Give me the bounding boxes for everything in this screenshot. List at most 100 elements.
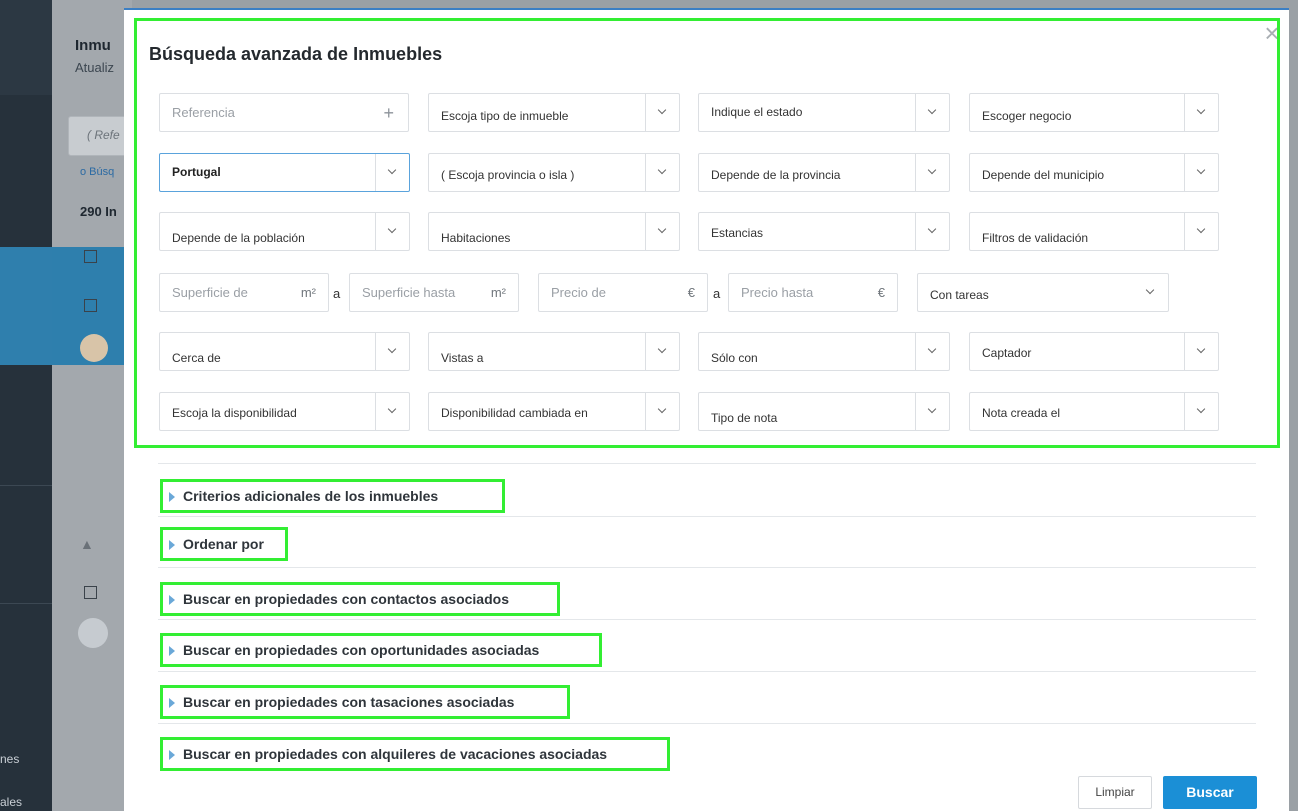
chevron-down-icon[interactable]: [375, 213, 409, 250]
section-contacts[interactable]: Buscar en propiedades con contactos asoc…: [160, 582, 560, 616]
input-placeholder: Precio de: [551, 285, 606, 300]
chevron-down-icon[interactable]: [375, 333, 409, 370]
sidebar-label[interactable]: ales: [0, 795, 22, 809]
row-checkbox[interactable]: [84, 586, 97, 599]
area-to-input[interactable]: Superficie hasta m²: [349, 273, 519, 312]
chevron-down-icon[interactable]: [1134, 274, 1168, 311]
app-right-edge: [1289, 0, 1298, 811]
chevron-down-icon[interactable]: [645, 333, 679, 370]
modal-title: Búsqueda avanzada de Inmuebles: [149, 44, 443, 64]
chevron-down-icon[interactable]: [915, 94, 949, 131]
select-label: Filtros de validación: [982, 231, 1089, 245]
chevron-down-icon[interactable]: [1184, 393, 1218, 430]
section-additional-criteria[interactable]: Criterios adicionales de los inmuebles: [160, 479, 505, 513]
town-select[interactable]: Depende del municipio: [969, 153, 1219, 192]
chevron-down-icon[interactable]: [915, 333, 949, 370]
section-appraisals[interactable]: Buscar en propiedades con tasaciones aso…: [160, 685, 570, 719]
select-label: Nota creada el: [982, 406, 1061, 420]
page-title: Inmu: [75, 37, 111, 54]
country-select[interactable]: Portugal: [159, 153, 410, 192]
availability-select[interactable]: Escoja la disponibilidad: [159, 392, 410, 431]
section-label: Buscar en propiedades con tasaciones aso…: [183, 694, 515, 710]
clear-button[interactable]: Limpiar: [1078, 776, 1152, 809]
chevron-down-icon[interactable]: [375, 154, 409, 191]
sidebar-label[interactable]: nes: [0, 752, 19, 766]
select-label: Depende de la población: [172, 231, 305, 245]
avatar: [78, 618, 108, 648]
result-count: 290 In: [80, 204, 117, 219]
chevron-down-icon[interactable]: [915, 213, 949, 250]
section-divider: [158, 516, 1256, 517]
caret-right-icon: [169, 750, 175, 760]
price-from-input[interactable]: Precio de €: [538, 273, 708, 312]
range-separator: a: [713, 286, 721, 301]
agent-select[interactable]: Captador: [969, 332, 1219, 371]
near-select[interactable]: Cerca de: [159, 332, 410, 371]
chevron-down-icon[interactable]: [645, 94, 679, 131]
chevron-down-icon[interactable]: [645, 213, 679, 250]
search-button[interactable]: Buscar: [1163, 776, 1257, 809]
province-select[interactable]: ( Escoja provincia o isla ): [428, 153, 680, 192]
only-with-select[interactable]: Sólo con: [698, 332, 950, 371]
note-created-select[interactable]: Nota creada el: [969, 392, 1219, 431]
graduation-cap-icon: ▲: [80, 536, 94, 552]
select-label: Indique el estado: [711, 105, 803, 119]
section-sort-by[interactable]: Ordenar por: [160, 527, 288, 561]
caret-right-icon: [169, 492, 175, 502]
chevron-down-icon[interactable]: [645, 154, 679, 191]
chevron-down-icon[interactable]: [915, 393, 949, 430]
price-to-input[interactable]: Precio hasta €: [728, 273, 898, 312]
chevron-down-icon[interactable]: [1184, 213, 1218, 250]
select-label: ( Escoja provincia o isla ): [441, 168, 575, 182]
business-select[interactable]: Escoger negocio: [969, 93, 1219, 132]
section-divider: [158, 619, 1256, 620]
chevron-down-icon[interactable]: [645, 393, 679, 430]
tasks-select[interactable]: Con tareas: [917, 273, 1169, 312]
sidebar-divider: [0, 485, 52, 486]
select-label: Vistas a: [441, 351, 484, 365]
bedrooms-select[interactable]: Habitaciones: [428, 212, 680, 251]
select-all-checkbox[interactable]: [84, 250, 97, 263]
sidebar-active-item[interactable]: [0, 247, 52, 365]
row-checkbox[interactable]: [84, 299, 97, 312]
app-sidebar: nes ales: [0, 0, 52, 811]
select-label: Cerca de: [172, 351, 221, 365]
section-label: Buscar en propiedades con alquileres de …: [183, 746, 608, 762]
chevron-down-icon[interactable]: [375, 393, 409, 430]
section-divider: [158, 723, 1256, 724]
property-type-select[interactable]: Escoja tipo de inmueble: [428, 93, 680, 132]
validation-filters-select[interactable]: Filtros de validación: [969, 212, 1219, 251]
unit-label: m²: [490, 285, 506, 300]
chevron-down-icon[interactable]: [915, 154, 949, 191]
section-divider: [158, 671, 1256, 672]
status-select[interactable]: Indique el estado: [698, 93, 950, 132]
section-divider: [158, 463, 1256, 464]
section-opportunities[interactable]: Buscar en propiedades con oportunidades …: [160, 633, 602, 667]
select-label: Disponibilidad cambiada en: [441, 406, 588, 420]
views-select[interactable]: Vistas a: [428, 332, 680, 371]
locality-select[interactable]: Depende de la población: [159, 212, 410, 251]
select-label: Captador: [982, 346, 1032, 360]
chevron-down-icon[interactable]: [1184, 333, 1218, 370]
unit-label: m²: [300, 285, 316, 300]
plus-icon[interactable]: +: [383, 103, 394, 124]
reference-placeholder: Referencia: [172, 105, 235, 120]
select-label: Escoja la disponibilidad: [172, 406, 297, 420]
unit-label: €: [687, 285, 695, 300]
municipality-select[interactable]: Depende de la provincia: [698, 153, 950, 192]
select-label: Depende de la provincia: [711, 168, 841, 182]
avatar: [80, 334, 108, 362]
reference-input[interactable]: Referencia +: [159, 93, 409, 132]
note-type-select[interactable]: Tipo de nota: [698, 392, 950, 431]
chevron-down-icon[interactable]: [1184, 154, 1218, 191]
area-from-input[interactable]: Superficie de m²: [159, 273, 329, 312]
select-label: Escoja tipo de inmueble: [441, 109, 569, 123]
chevron-down-icon[interactable]: [1184, 94, 1218, 131]
advanced-search-link[interactable]: o Búsq: [80, 166, 114, 178]
rooms-select[interactable]: Estancias: [698, 212, 950, 251]
input-placeholder: Superficie de: [172, 285, 248, 300]
caret-right-icon: [169, 540, 175, 550]
sidebar-divider: [0, 603, 52, 604]
availability-changed-select[interactable]: Disponibilidad cambiada en: [428, 392, 680, 431]
section-vacation-rentals[interactable]: Buscar en propiedades con alquileres de …: [160, 737, 670, 771]
